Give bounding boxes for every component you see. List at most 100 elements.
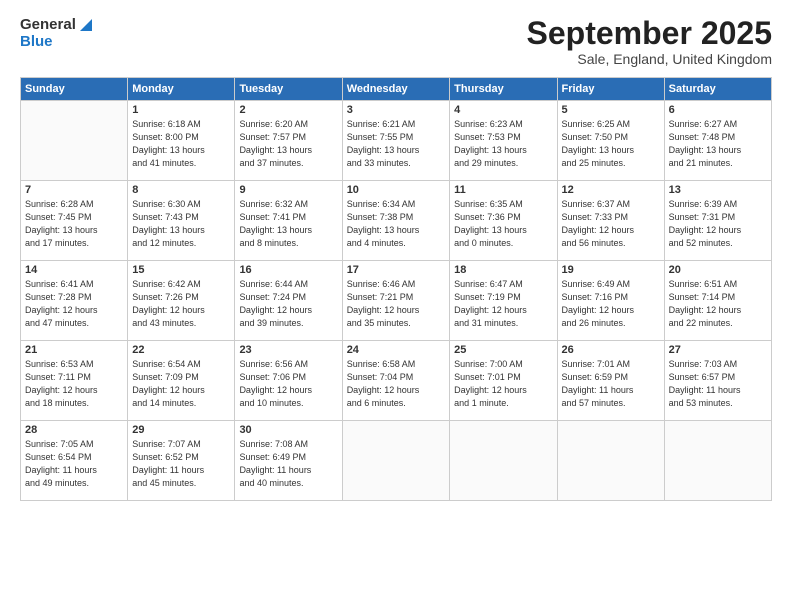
calendar-cell: 25Sunrise: 7:00 AMSunset: 7:01 PMDayligh… [450,341,557,421]
day-detail: Sunrise: 6:44 AMSunset: 7:24 PMDaylight:… [239,278,337,330]
calendar-header-row: SundayMondayTuesdayWednesdayThursdayFrid… [21,78,772,101]
day-number: 4 [454,104,552,116]
day-detail: Sunrise: 6:51 AMSunset: 7:14 PMDaylight:… [669,278,767,330]
calendar-cell: 19Sunrise: 6:49 AMSunset: 7:16 PMDayligh… [557,261,664,341]
day-number: 20 [669,264,767,276]
calendar-cell [342,421,449,501]
day-detail: Sunrise: 6:32 AMSunset: 7:41 PMDaylight:… [239,198,337,250]
logo: General Blue [20,16,94,51]
day-detail: Sunrise: 7:07 AMSunset: 6:52 PMDaylight:… [132,438,230,490]
day-number: 13 [669,184,767,196]
day-number: 23 [239,344,337,356]
day-detail: Sunrise: 6:46 AMSunset: 7:21 PMDaylight:… [347,278,445,330]
day-number: 22 [132,344,230,356]
day-number: 16 [239,264,337,276]
day-detail: Sunrise: 6:20 AMSunset: 7:57 PMDaylight:… [239,118,337,170]
day-header-friday: Friday [557,78,664,101]
day-detail: Sunrise: 6:41 AMSunset: 7:28 PMDaylight:… [25,278,123,330]
day-detail: Sunrise: 6:25 AMSunset: 7:50 PMDaylight:… [562,118,660,170]
day-number: 18 [454,264,552,276]
day-number: 3 [347,104,445,116]
calendar-week-row: 21 Sunrise: 6:53 AMSunset: 7:11 PMDayligh… [21,341,772,421]
calendar-cell: 13 Sunrise: 6:39 AMSunset: 7:31 PMDayligh… [664,181,771,261]
calendar-cell: 5 Sunrise: 6:25 AMSunset: 7:50 PMDaylight… [557,101,664,181]
calendar-cell: 2 Sunrise: 6:20 AMSunset: 7:57 PMDaylight… [235,101,342,181]
day-number: 2 [239,104,337,116]
day-number: 14 [25,264,123,276]
day-detail: Sunrise: 7:05 AMSunset: 6:54 PMDaylight:… [25,438,123,490]
day-number: 10 [347,184,445,196]
day-detail: Sunrise: 6:28 AMSunset: 7:45 PMDaylight:… [25,198,123,250]
calendar-cell: 23 Sunrise: 6:56 AMSunset: 7:06 PMDayligh… [235,341,342,421]
calendar-week-row: 7 Sunrise: 6:28 AMSunset: 7:45 PMDaylight… [21,181,772,261]
day-header-monday: Monday [128,78,235,101]
calendar-cell: 22 Sunrise: 6:54 AMSunset: 7:09 PMDayligh… [128,341,235,421]
calendar-cell: 21 Sunrise: 6:53 AMSunset: 7:11 PMDayligh… [21,341,128,421]
day-detail: Sunrise: 6:35 AMSunset: 7:36 PMDaylight:… [454,198,552,250]
calendar-week-row: 28 Sunrise: 7:05 AMSunset: 6:54 PMDayligh… [21,421,772,501]
day-detail: Sunrise: 6:39 AMSunset: 7:31 PMDaylight:… [669,198,767,250]
calendar-cell: 30 Sunrise: 7:08 AMSunset: 6:49 PMDayligh… [235,421,342,501]
day-number: 7 [25,184,123,196]
day-number: 29 [132,424,230,436]
logo-general-text: General [20,16,76,33]
day-number: 26 [562,344,660,356]
day-number: 30 [239,424,337,436]
day-detail: Sunrise: 6:18 AMSunset: 8:00 PMDaylight:… [132,118,230,170]
header: General Blue September 2025 Sale, Englan… [20,16,772,67]
calendar-cell: 15 Sunrise: 6:42 AMSunset: 7:26 PMDayligh… [128,261,235,341]
day-number: 11 [454,184,552,196]
calendar-cell [664,421,771,501]
day-detail: Sunrise: 6:37 AMSunset: 7:33 PMDaylight:… [562,198,660,250]
day-detail: Sunrise: 6:21 AMSunset: 7:55 PMDaylight:… [347,118,445,170]
page: General Blue September 2025 Sale, Englan… [0,0,792,612]
calendar-cell: 29 Sunrise: 7:07 AMSunset: 6:52 PMDayligh… [128,421,235,501]
calendar-cell: 18 Sunrise: 6:47 AMSunset: 7:19 PMDayligh… [450,261,557,341]
calendar-cell: 8 Sunrise: 6:30 AMSunset: 7:43 PMDaylight… [128,181,235,261]
day-detail: Sunrise: 6:54 AMSunset: 7:09 PMDaylight:… [132,358,230,410]
day-number: 8 [132,184,230,196]
day-detail: Sunrise: 6:47 AMSunset: 7:19 PMDaylight:… [454,278,552,330]
day-number: 5 [562,104,660,116]
day-number: 9 [239,184,337,196]
day-number: 1 [132,104,230,116]
calendar-week-row: 14 Sunrise: 6:41 AMSunset: 7:28 PMDayligh… [21,261,772,341]
logo-blue-text: Blue [20,33,53,50]
calendar-cell: 9 Sunrise: 6:32 AMSunset: 7:41 PMDaylight… [235,181,342,261]
calendar-cell: 1 Sunrise: 6:18 AMSunset: 8:00 PMDaylight… [128,101,235,181]
day-number: 21 [25,344,123,356]
calendar-cell: 3 Sunrise: 6:21 AMSunset: 7:55 PMDaylight… [342,101,449,181]
day-detail: Sunrise: 6:34 AMSunset: 7:38 PMDaylight:… [347,198,445,250]
calendar-cell: 27Sunrise: 7:03 AMSunset: 6:57 PMDayligh… [664,341,771,421]
day-detail: Sunrise: 7:01 AMSunset: 6:59 PMDaylight:… [562,358,660,410]
day-number: 24 [347,344,445,356]
day-detail: Sunrise: 6:58 AMSunset: 7:04 PMDaylight:… [347,358,445,410]
calendar-cell: 28 Sunrise: 7:05 AMSunset: 6:54 PMDayligh… [21,421,128,501]
calendar-cell: 17Sunrise: 6:46 AMSunset: 7:21 PMDayligh… [342,261,449,341]
day-number: 19 [562,264,660,276]
calendar-cell: 10 Sunrise: 6:34 AMSunset: 7:38 PMDayligh… [342,181,449,261]
page-title: September 2025 [527,16,772,51]
calendar-cell: 14 Sunrise: 6:41 AMSunset: 7:28 PMDayligh… [21,261,128,341]
logo-triangle-icon [78,17,94,33]
day-detail: Sunrise: 7:08 AMSunset: 6:49 PMDaylight:… [239,438,337,490]
day-detail: Sunrise: 6:56 AMSunset: 7:06 PMDaylight:… [239,358,337,410]
day-number: 28 [25,424,123,436]
day-number: 6 [669,104,767,116]
calendar-table: SundayMondayTuesdayWednesdayThursdayFrid… [20,77,772,501]
calendar-cell: 24 Sunrise: 6:58 AMSunset: 7:04 PMDayligh… [342,341,449,421]
calendar-cell: 26 Sunrise: 7:01 AMSunset: 6:59 PMDayligh… [557,341,664,421]
title-block: September 2025 Sale, England, United Kin… [527,16,772,67]
day-detail: Sunrise: 6:27 AMSunset: 7:48 PMDaylight:… [669,118,767,170]
calendar-cell: 4Sunrise: 6:23 AMSunset: 7:53 PMDaylight… [450,101,557,181]
day-detail: Sunrise: 6:53 AMSunset: 7:11 PMDaylight:… [25,358,123,410]
calendar-cell [450,421,557,501]
calendar-cell: 20 Sunrise: 6:51 AMSunset: 7:14 PMDayligh… [664,261,771,341]
calendar-cell [557,421,664,501]
day-number: 15 [132,264,230,276]
calendar-cell [21,101,128,181]
day-header-thursday: Thursday [450,78,557,101]
day-detail: Sunrise: 6:42 AMSunset: 7:26 PMDaylight:… [132,278,230,330]
day-header-tuesday: Tuesday [235,78,342,101]
day-detail: Sunrise: 6:30 AMSunset: 7:43 PMDaylight:… [132,198,230,250]
